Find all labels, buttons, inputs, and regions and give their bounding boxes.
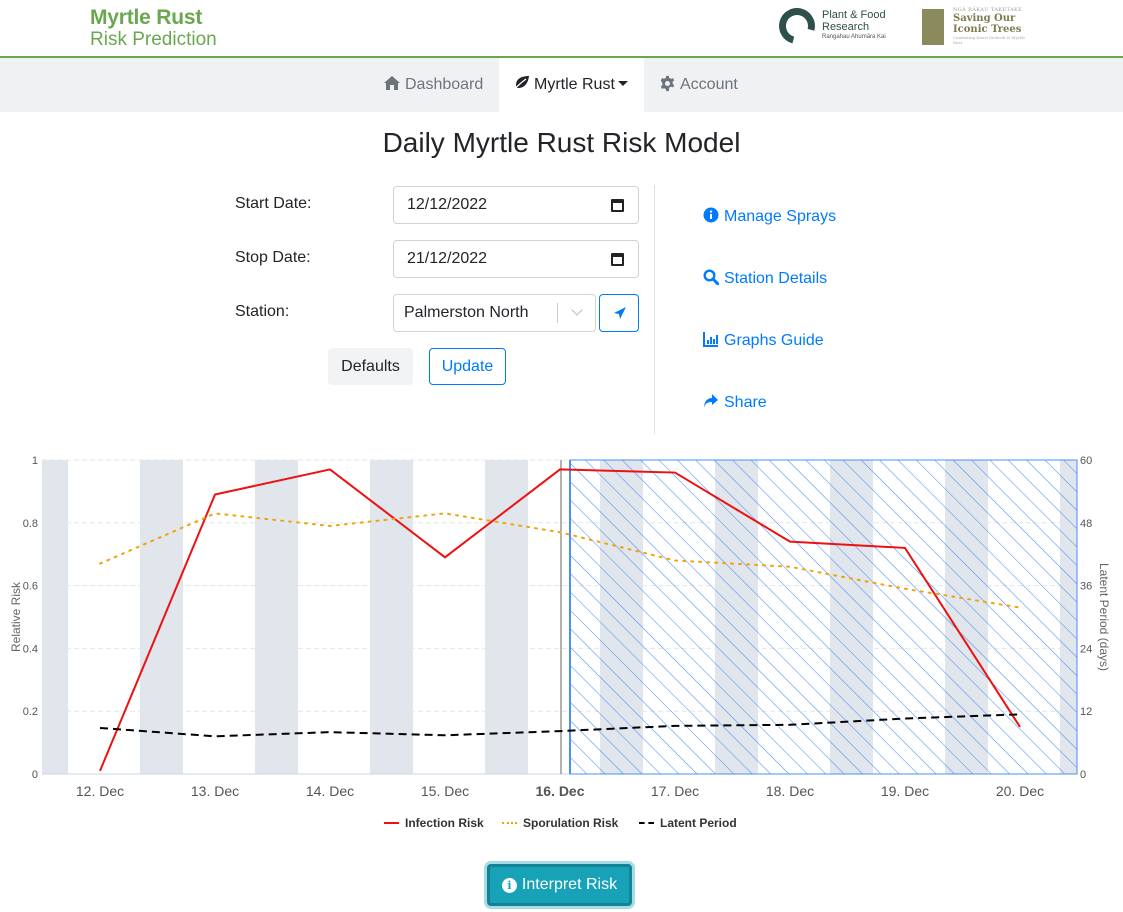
y-tick-label: 0.8 [23, 518, 38, 530]
station-details-link[interactable]: Station Details [703, 269, 827, 288]
plant-food-research-logo: Plant & Food Research Rangahau Ahumāra K… [772, 1, 904, 51]
manage-sprays-label: Manage Sprays [724, 208, 837, 225]
search-icon [703, 269, 719, 285]
share-label: Share [724, 394, 767, 411]
brand-title: Myrtle Rust [90, 6, 203, 29]
pfr-name-line2: Research [822, 21, 870, 33]
legend-sporulation-risk[interactable]: Sporulation Risk [502, 816, 618, 830]
x-tick-label: 14. Dec [306, 783, 354, 799]
locate-station-button[interactable] [599, 294, 639, 332]
risk-chart[interactable]: 12. Dec 13. Dec 14. Dec 15. Dec 16. Dec 17. D… [0, 445, 1123, 840]
interpret-risk-button[interactable]: i Interpret Risk [487, 864, 632, 906]
chart-icon [703, 332, 718, 347]
legend-swatch [502, 822, 517, 824]
calendar-icon[interactable] [611, 199, 624, 212]
x-tick-label: 17. Dec [651, 783, 699, 799]
y-tick-label: 1 [32, 455, 38, 467]
station-details-label: Station Details [724, 270, 828, 287]
pfr-name-line1: Plant & Food [822, 9, 886, 21]
start-date-value: 12/12/2022 [407, 196, 488, 213]
soit-line2: Iconic Trees [953, 24, 1022, 35]
share-link[interactable]: Share [703, 393, 767, 412]
legend-infection-risk[interactable]: Infection Risk [384, 816, 484, 830]
y-right-tick-label: 12 [1080, 706, 1092, 718]
start-date-input[interactable]: 12/12/2022 [393, 186, 639, 224]
station-select[interactable]: Palmerston North [393, 294, 596, 332]
graphs-guide-label: Graphs Guide [724, 332, 824, 349]
home-icon [384, 76, 400, 90]
y-tick-label: 0.6 [23, 581, 38, 593]
legend-label: Infection Risk [405, 816, 484, 830]
chevron-down-icon [617, 81, 628, 86]
vertical-divider [654, 185, 655, 434]
manage-sprays-link[interactable]: Manage Sprays [703, 207, 836, 226]
night-band [140, 460, 183, 774]
x-tick-label: 12. Dec [76, 783, 124, 799]
nav-myrtle-rust-label: Myrtle Rust [534, 76, 615, 93]
x-tick-label: 15. Dec [421, 783, 469, 799]
gear-icon [660, 75, 675, 92]
x-tick-label: 16. Dec [535, 783, 584, 799]
info-circle-icon: i [501, 878, 517, 893]
legend-label: Sporulation Risk [523, 816, 619, 830]
top-header: Myrtle Rust Risk Prediction Plant & Food… [0, 0, 1123, 58]
saving-iconic-trees-logo: NGĀ RĀKAU TAKETAKE Saving Our Iconic Tre… [922, 7, 1032, 49]
y-tick-label: 0.4 [23, 643, 38, 655]
page-title: Daily Myrtle Rust Risk Model [382, 127, 741, 158]
chart-legend: Infection Risk Sporulation Risk Latent P… [0, 816, 1123, 832]
location-arrow-icon [614, 307, 626, 319]
y-right-axis-title: Latent Period (days) [1097, 563, 1111, 671]
y-axis-title: Relative Risk [9, 581, 23, 652]
station-label: Station: [235, 303, 290, 320]
brand-subtitle: Risk Prediction [90, 29, 217, 50]
x-tick-label: 19. Dec [881, 783, 929, 799]
nav-account[interactable]: Account [645, 58, 752, 112]
national-science-badge-icon [922, 9, 944, 45]
soit-tagline: Combating Kauri Dieback & Myrtle Rust [953, 35, 1026, 45]
info-circle-icon [703, 207, 719, 223]
pfr-tagline: Rangahau Ahumāra Kai [822, 34, 886, 40]
interpret-risk-label: Interpret Risk [521, 876, 618, 893]
night-band [370, 460, 413, 774]
select-separator [557, 303, 558, 323]
legend-swatch [639, 822, 654, 824]
soit-line1: Saving Our [953, 13, 1016, 24]
night-band [485, 460, 528, 774]
start-date-label: Start Date: [235, 195, 312, 212]
y-right-tick-label: 60 [1080, 455, 1092, 467]
legend-label: Latent Period [660, 816, 737, 830]
stop-date-value: 21/12/2022 [407, 250, 488, 267]
night-band [255, 460, 298, 774]
defaults-button[interactable]: Defaults [328, 348, 413, 385]
y-right-tick-label: 48 [1080, 518, 1092, 530]
nav-myrtle-rust[interactable]: Myrtle Rust [499, 58, 644, 112]
legend-swatch [384, 822, 399, 824]
share-icon [704, 394, 718, 408]
legend-latent-period[interactable]: Latent Period [639, 816, 737, 830]
y-tick-label: 0 [32, 769, 38, 781]
pfr-ring-icon [772, 1, 822, 51]
station-value: Palmerston North [404, 304, 529, 321]
y-right-tick-label: 0 [1080, 769, 1086, 781]
x-tick-label: 18. Dec [766, 783, 814, 799]
x-tick-label: 13. Dec [191, 783, 239, 799]
nav-dashboard-label: Dashboard [405, 76, 484, 93]
graphs-guide-link[interactable]: Graphs Guide [703, 331, 824, 350]
nav-account-label: Account [680, 76, 738, 93]
y-right-tick-label: 24 [1080, 643, 1092, 655]
x-tick-label: 20. Dec [996, 783, 1044, 799]
y-tick-label: 0.2 [23, 706, 38, 718]
stop-date-label: Stop Date: [235, 249, 311, 266]
y-right-tick-label: 36 [1080, 581, 1092, 593]
update-button[interactable]: Update [429, 348, 506, 385]
night-band [42, 460, 68, 774]
calendar-icon[interactable] [611, 253, 624, 266]
leaf-icon [513, 76, 529, 91]
main-nav: Dashboard Myrtle Rust Account [0, 58, 1123, 112]
chevron-down-icon[interactable] [571, 304, 583, 316]
app-brand[interactable]: Myrtle Rust Risk Prediction [90, 7, 217, 49]
stop-date-input[interactable]: 21/12/2022 [393, 240, 639, 278]
nav-dashboard[interactable]: Dashboard [369, 58, 497, 112]
